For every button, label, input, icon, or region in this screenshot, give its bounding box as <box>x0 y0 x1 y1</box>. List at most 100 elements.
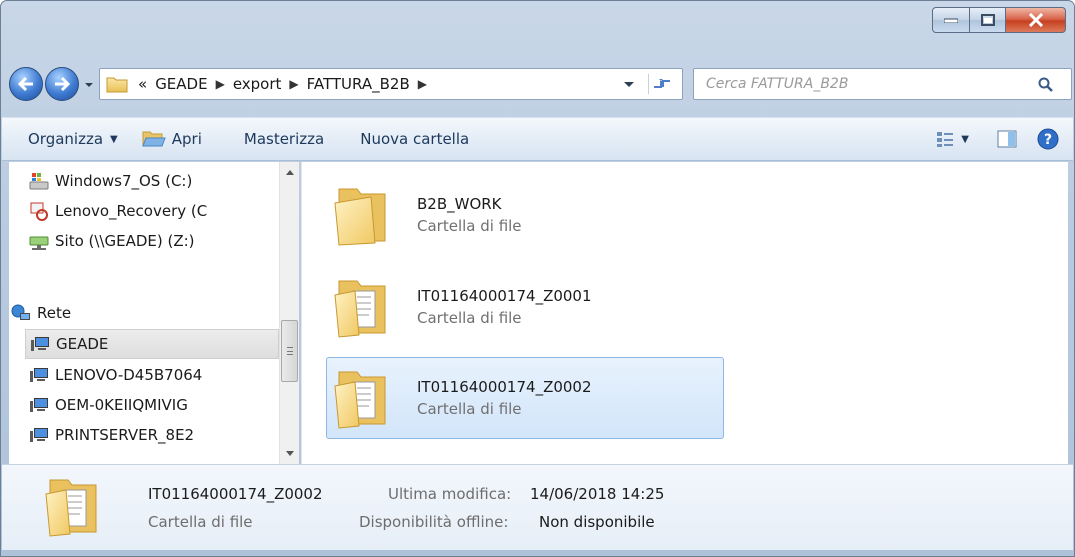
scrollbar-thumb[interactable] <box>281 320 298 382</box>
breadcrumb-overflow[interactable]: « <box>134 75 151 93</box>
chevron-down-icon <box>285 451 294 456</box>
help-icon: ? <box>1037 128 1059 150</box>
breadcrumb-item[interactable]: FATTURA_B2B <box>303 75 414 93</box>
nav-item-oem[interactable]: OEM-0KEIIQMIVIG <box>29 390 299 420</box>
modified-label: Ultima modifica: <box>388 485 512 503</box>
nav-item-rete[interactable]: Rete <box>11 298 283 328</box>
new-folder-label: Nuova cartella <box>360 130 470 148</box>
file-item-z0002[interactable]: IT01164000174_Z0002 Cartella di file <box>326 357 724 439</box>
file-list: B2B_WORK Cartella di file IT01164000174_… <box>301 162 1068 464</box>
scroll-down-button[interactable] <box>280 444 299 464</box>
folder-with-documents-icon <box>334 371 386 429</box>
preview-pane-icon <box>997 130 1017 148</box>
computer-icon <box>31 337 49 351</box>
address-row: « GEADE ▶ export ▶ FATTURA_B2B ▶ <box>7 63 1072 105</box>
recent-pages-dropdown[interactable] <box>83 77 95 91</box>
breadcrumb-item[interactable]: export <box>229 75 286 93</box>
nav-item-lenovo-d45b7064[interactable]: LENOVO-D45B7064 <box>29 360 299 390</box>
network-drive-icon <box>29 236 49 250</box>
back-button[interactable] <box>9 67 43 101</box>
nav-item-lenovo-recovery[interactable]: Lenovo_Recovery (C <box>29 196 299 226</box>
close-button[interactable] <box>1006 7 1066 33</box>
chevron-down-icon <box>85 83 93 87</box>
nav-item-label: Lenovo_Recovery (C <box>55 202 208 220</box>
nav-item-label: LENOVO-D45B7064 <box>55 366 203 384</box>
maximize-button[interactable] <box>970 7 1006 33</box>
nav-item-label: Sito (\\GEADE) (Z:) <box>55 232 195 250</box>
open-folder-icon <box>142 131 166 147</box>
address-bar[interactable]: « GEADE ▶ export ▶ FATTURA_B2B ▶ <box>99 68 683 100</box>
computer-icon <box>30 398 48 412</box>
toolbar-right: ▼ ? <box>924 118 1073 160</box>
file-item-z0001[interactable]: IT01164000174_Z0001 Cartella di file <box>326 266 724 348</box>
breadcrumb-separator-icon[interactable]: ▶ <box>285 77 302 91</box>
file-name: IT01164000174_Z0001 <box>417 287 592 305</box>
offline-availability-value: Non disponibile <box>539 513 655 531</box>
chevron-down-icon: ▼ <box>110 133 118 145</box>
forward-button[interactable] <box>45 67 79 101</box>
arrow-right-icon <box>55 76 71 92</box>
offline-availability-label: Disponibilità offline: <box>359 513 509 531</box>
open-label: Apri <box>171 130 202 148</box>
maximize-icon <box>980 14 995 26</box>
address-history-dropdown[interactable] <box>622 77 636 91</box>
chevron-up-icon <box>285 170 294 175</box>
preview-pane-button[interactable] <box>981 118 1033 160</box>
file-item-b2b-work[interactable]: B2B_WORK Cartella di file <box>326 174 724 256</box>
folder-with-documents-icon <box>334 280 386 338</box>
minimize-button[interactable] <box>932 7 970 33</box>
nav-item-sito[interactable]: Sito (\\GEADE) (Z:) <box>29 226 299 256</box>
command-bar: Organizza ▼ Apri Masterizza Nuova cartel… <box>2 117 1073 161</box>
burn-button[interactable]: Masterizza <box>232 118 336 160</box>
close-icon <box>1028 13 1043 27</box>
chevron-down-icon: ▼ <box>961 133 969 145</box>
breadcrumb-separator-icon[interactable]: ▶ <box>414 77 431 91</box>
navigation-pane: Windows7_OS (C:) Lenovo_Recovery (C Sito… <box>9 162 299 464</box>
burn-label: Masterizza <box>243 130 325 148</box>
window-controls <box>932 7 1066 33</box>
nav-item-label: Windows7_OS (C:) <box>55 172 193 190</box>
nav-item-label: OEM-0KEIIQMIVIG <box>55 396 188 414</box>
breadcrumb: « GEADE ▶ export ▶ FATTURA_B2B ▶ <box>134 75 431 93</box>
file-name: IT01164000174_Z0002 <box>417 378 592 396</box>
details-file-type: Cartella di file <box>148 513 253 531</box>
organize-menu-button[interactable]: Organizza ▼ <box>2 118 130 160</box>
file-type: Cartella di file <box>417 217 522 235</box>
recovery-drive-icon <box>30 202 48 221</box>
folder-with-documents-icon <box>45 479 97 537</box>
grip-icon <box>287 347 293 355</box>
refresh-icon <box>653 79 670 88</box>
change-view-button[interactable]: ▼ <box>924 118 981 160</box>
refresh-button[interactable] <box>648 74 674 94</box>
nav-item-windows7-os[interactable]: Windows7_OS (C:) <box>29 166 299 196</box>
folder-icon <box>106 77 128 93</box>
nav-item-label: GEADE <box>56 335 109 353</box>
nav-item-label: Rete <box>37 304 72 322</box>
modified-value: 14/06/2018 14:25 <box>530 485 665 503</box>
details-pane: IT01164000174_Z0002 Cartella di file Ult… <box>2 464 1073 550</box>
svg-text:?: ? <box>1044 132 1052 148</box>
search-input[interactable] <box>693 68 1072 100</box>
chevron-down-icon <box>624 82 634 87</box>
help-button[interactable]: ? <box>1033 118 1073 160</box>
network-icon <box>11 304 30 320</box>
computer-icon <box>30 368 48 382</box>
explorer-window: « GEADE ▶ export ▶ FATTURA_B2B ▶ Cerca F… <box>0 0 1075 557</box>
file-type: Cartella di file <box>417 309 522 327</box>
folder-icon <box>334 188 386 246</box>
hard-drive-icon <box>29 173 49 190</box>
scroll-up-button[interactable] <box>280 162 299 182</box>
nav-item-printserver[interactable]: PRINTSERVER_8E2 <box>29 420 299 450</box>
organize-label: Organizza <box>28 130 104 148</box>
new-folder-button[interactable]: Nuova cartella <box>348 118 481 160</box>
breadcrumb-separator-icon[interactable]: ▶ <box>212 77 229 91</box>
navigation-scrollbar[interactable] <box>279 162 299 464</box>
open-button[interactable]: Apri <box>130 118 214 160</box>
file-type: Cartella di file <box>417 400 522 418</box>
nav-item-label: PRINTSERVER_8E2 <box>55 426 195 444</box>
minimize-icon <box>944 18 958 23</box>
search-icon[interactable] <box>1038 77 1054 93</box>
nav-item-geade[interactable]: GEADE <box>25 329 279 359</box>
file-name: B2B_WORK <box>417 195 502 213</box>
breadcrumb-item[interactable]: GEADE <box>151 75 211 93</box>
